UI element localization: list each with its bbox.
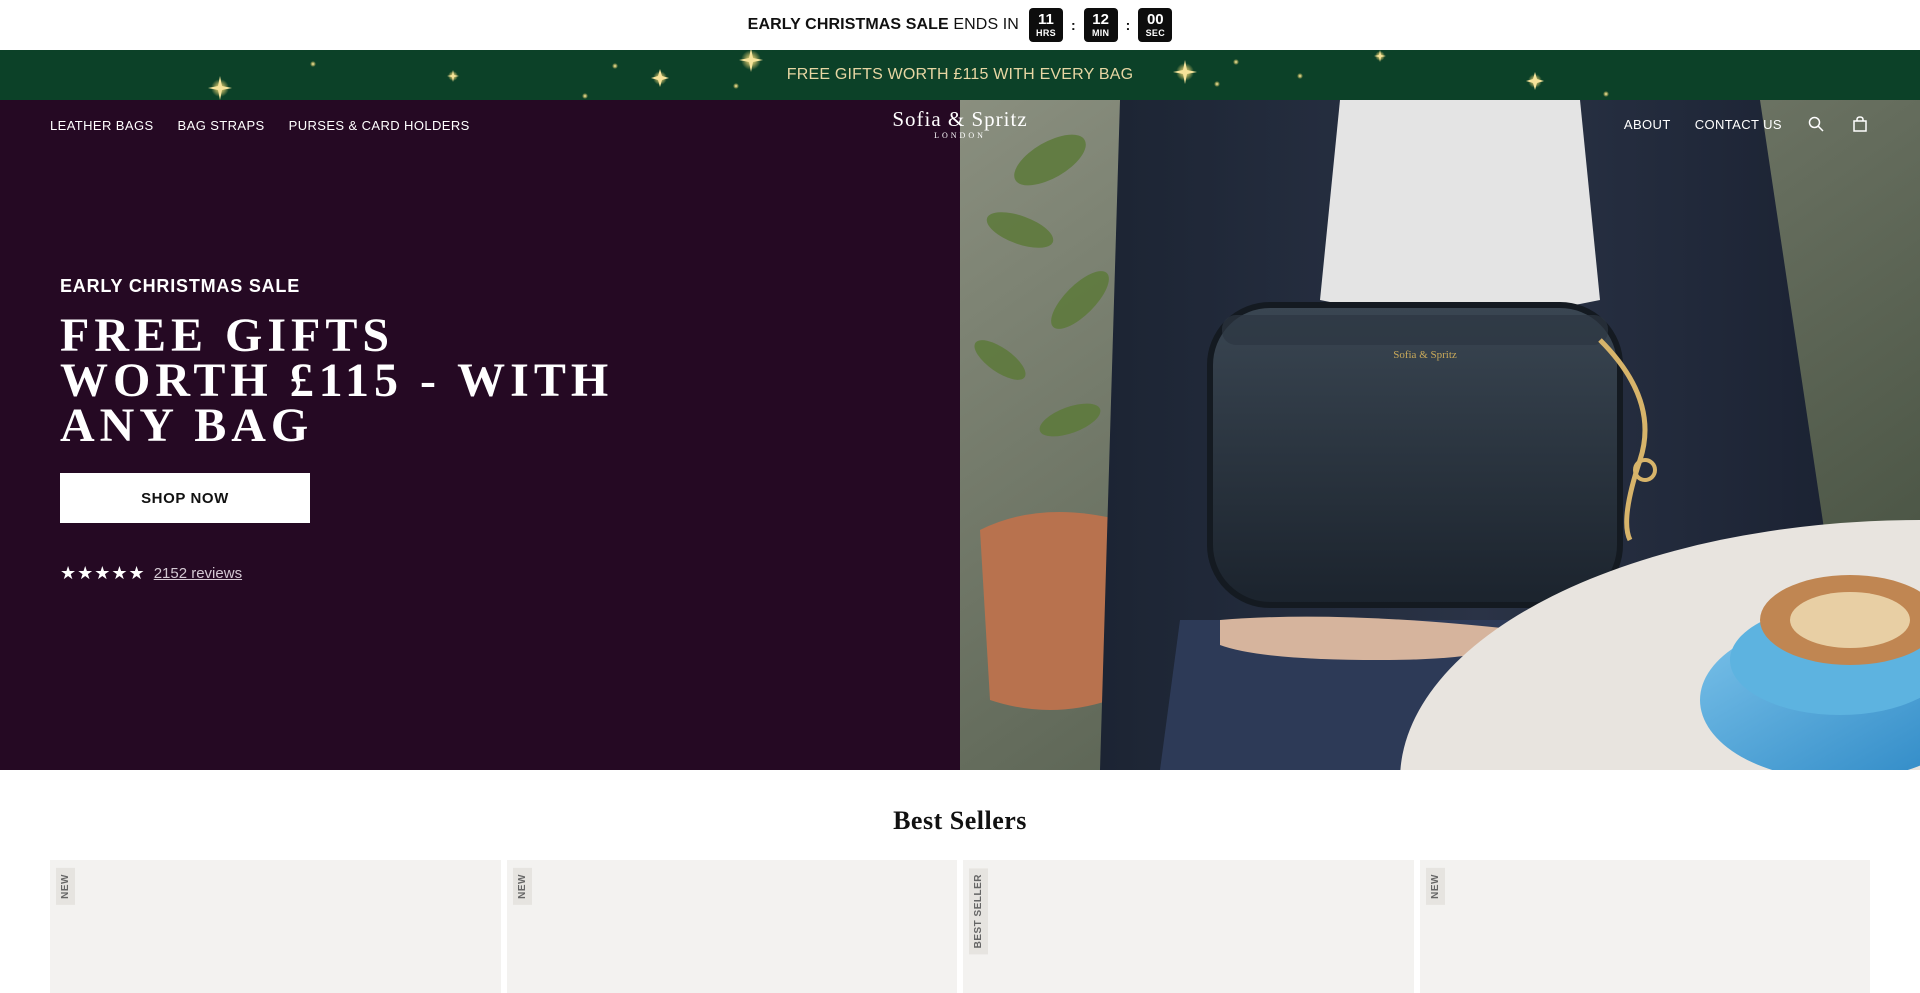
product-badge: NEW bbox=[1425, 868, 1445, 905]
hero-photo-bag: Sofia & Spritz bbox=[960, 100, 1920, 770]
nav-right: ABOUT CONTACT US bbox=[1624, 114, 1870, 134]
shop-now-button[interactable]: SHOP NOW bbox=[60, 473, 310, 523]
svg-text:Sofia & Spritz: Sofia & Spritz bbox=[1393, 349, 1457, 361]
logo-subtitle: LONDON bbox=[934, 131, 986, 141]
countdown-seconds: 00 SEC bbox=[1138, 8, 1173, 42]
product-badge: BEST SELLER bbox=[969, 868, 988, 955]
logo-wordmark: Sofia & Spritz bbox=[892, 107, 1028, 131]
hero-rating: ★★★★★ 2152 reviews bbox=[60, 563, 242, 584]
search-icon[interactable] bbox=[1806, 114, 1826, 134]
product-grid: NEW NEW BEST SELLER NEW bbox=[50, 860, 1870, 993]
hero-image: Sofia & Spritz bbox=[960, 100, 1920, 770]
bag-icon[interactable] bbox=[1850, 114, 1870, 134]
main-nav: LEATHER BAGS BAG STRAPS PURSES & CARD HO… bbox=[0, 100, 1920, 150]
product-badge: NEW bbox=[56, 868, 75, 905]
countdown-separator: : bbox=[1125, 17, 1131, 33]
countdown-bar: EARLY CHRISTMAS SALE ENDS IN 11 HRS : 12… bbox=[0, 0, 1920, 50]
countdown-label: EARLY CHRISTMAS SALE ENDS IN bbox=[747, 16, 1019, 33]
nav-contact-us[interactable]: CONTACT US bbox=[1695, 117, 1782, 132]
countdown-separator: : bbox=[1070, 17, 1076, 33]
nav-leather-bags[interactable]: LEATHER BAGS bbox=[50, 118, 154, 133]
promo-text: FREE GIFTS WORTH £115 WITH EVERY BAG bbox=[786, 66, 1134, 83]
nav-left: LEATHER BAGS BAG STRAPS PURSES & CARD HO… bbox=[50, 118, 470, 133]
nav-about[interactable]: ABOUT bbox=[1624, 117, 1671, 132]
promo-banner[interactable]: FREE GIFTS WORTH £115 WITH EVERY BAG bbox=[0, 50, 1920, 100]
hero-eyebrow: EARLY CHRISTMAS SALE bbox=[60, 276, 301, 296]
product-badge: NEW bbox=[512, 868, 532, 905]
product-card[interactable]: NEW bbox=[50, 860, 501, 993]
product-card[interactable]: NEW bbox=[506, 860, 957, 993]
best-sellers-title: Best Sellers bbox=[893, 806, 1027, 835]
nav-purses-card-holders[interactable]: PURSES & CARD HOLDERS bbox=[289, 118, 470, 133]
hero-title: FREE GIFTS WORTH £115 - WITH ANY BAG bbox=[60, 309, 614, 452]
brand-logo[interactable]: Sofia & Spritz LONDON bbox=[890, 107, 1030, 141]
star-rating-icon: ★★★★★ bbox=[60, 563, 146, 583]
countdown-hours: 11 HRS bbox=[1028, 8, 1063, 42]
reviews-link[interactable]: 2152 reviews bbox=[154, 565, 242, 582]
nav-bag-straps[interactable]: BAG STRAPS bbox=[178, 118, 265, 133]
product-card[interactable]: NEW bbox=[1419, 860, 1870, 993]
countdown-minutes: 12 MIN bbox=[1083, 8, 1118, 42]
product-card[interactable]: BEST SELLER bbox=[963, 860, 1414, 993]
